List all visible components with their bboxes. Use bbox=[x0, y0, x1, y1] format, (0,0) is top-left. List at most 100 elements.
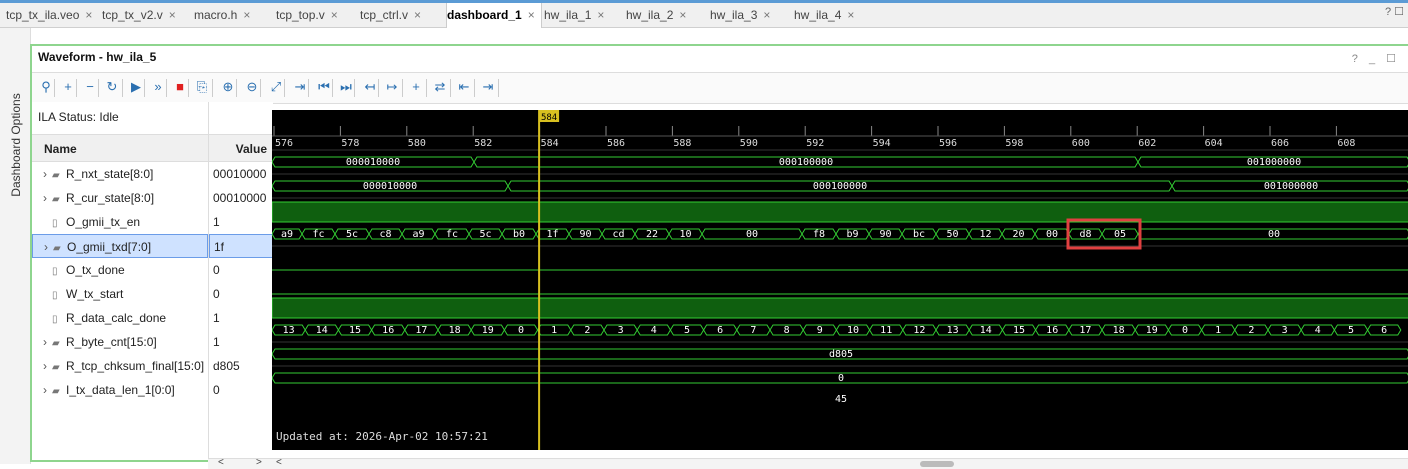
signal-row-name[interactable]: › ▰ R_cur_state[8:0] bbox=[32, 186, 208, 210]
tab-tcp-top-v[interactable]: tcp_top.v × bbox=[276, 3, 344, 28]
marker-left-icon[interactable]: ⇤ bbox=[454, 77, 474, 97]
signal-value-column: Value 00010000 00010000 1 1f 0 0 1 1 d805 0 bbox=[208, 102, 273, 458]
signal-name-column: ILA Status: Idle Name › ▰ R_nxt_state[8:0]… bbox=[32, 102, 208, 458]
signal-value: 0 bbox=[213, 263, 220, 277]
txd-bus-label: 50 bbox=[946, 229, 958, 240]
toolbar-separator bbox=[498, 79, 499, 97]
close-icon[interactable]: × bbox=[847, 8, 854, 22]
signal-row-name[interactable]: ▯ O_tx_done bbox=[32, 258, 208, 282]
bus-icon: ▰ bbox=[52, 170, 60, 181]
byte-cnt-bus-label: 15 bbox=[1013, 325, 1025, 336]
zoom-fit-icon[interactable]: ⤢ bbox=[266, 77, 286, 97]
signal-row-name[interactable]: › ▰ O_gmii_txd[7:0] bbox=[32, 234, 208, 258]
close-icon[interactable]: × bbox=[169, 8, 176, 22]
tab-macro-h[interactable]: macro.h × bbox=[194, 3, 256, 28]
byte-cnt-bus-label: 13 bbox=[947, 325, 959, 336]
time-tick-label: 580 bbox=[408, 138, 426, 149]
tab-tcp-tx-v2-v[interactable]: tcp_tx_v2.v × bbox=[102, 3, 182, 28]
byte-cnt-bus-label: 16 bbox=[1046, 325, 1058, 336]
signal-value: 00010000 bbox=[213, 167, 267, 181]
refresh-icon[interactable]: ↻ bbox=[102, 77, 122, 97]
scroll-right-arrow[interactable]: > bbox=[256, 457, 262, 468]
go-first-icon[interactable]: ⏮ bbox=[314, 77, 334, 97]
tab-hw-ila-3[interactable]: hw_ila_3 × bbox=[710, 3, 776, 28]
chevron-right-icon[interactable]: › bbox=[38, 186, 52, 210]
close-icon[interactable]: × bbox=[528, 8, 535, 22]
chevron-right-icon[interactable]: › bbox=[38, 162, 52, 186]
waveform-canvas[interactable]: 576 578 580 582 584 586 588 590 592 594 596 598 600 6… bbox=[272, 110, 1408, 450]
scroll-thumb[interactable] bbox=[920, 461, 954, 467]
chksum-bus-label: d805 bbox=[829, 349, 853, 360]
tab-label: hw_ila_1 bbox=[544, 8, 592, 22]
txd-bus-label: fc bbox=[446, 229, 458, 240]
panel-window-controls[interactable]: ? _ ☐ bbox=[1352, 52, 1400, 65]
run-all-icon[interactable]: » bbox=[148, 77, 168, 97]
signal-row-name[interactable]: ▯ R_data_calc_done bbox=[32, 306, 208, 330]
byte-cnt-bus-label: 3 bbox=[618, 325, 624, 336]
byte-cnt-bus-label: 4 bbox=[1315, 325, 1321, 336]
stop-icon[interactable]: ■ bbox=[170, 77, 190, 97]
txd-bus-label: fc bbox=[312, 229, 324, 240]
next-transition-icon[interactable]: ↦ bbox=[382, 77, 402, 97]
signal-row-name[interactable]: › ▰ R_nxt_state[8:0] bbox=[32, 162, 208, 186]
signal-name: O_gmii_txd[7:0] bbox=[67, 240, 152, 254]
signal-row-name[interactable]: ▯ O_gmii_tx_en bbox=[32, 210, 208, 234]
close-icon[interactable]: × bbox=[679, 8, 686, 22]
wire-icon: ▯ bbox=[52, 218, 58, 229]
txd-bus-label: 00 bbox=[1268, 229, 1280, 240]
tabbar-controls[interactable]: ? ☐ bbox=[1385, 5, 1404, 18]
prev-transition-icon[interactable]: ↤ bbox=[360, 77, 380, 97]
txd-bus-label: 00 bbox=[746, 229, 758, 240]
chevron-right-icon[interactable]: › bbox=[38, 354, 52, 378]
close-icon[interactable]: × bbox=[763, 8, 770, 22]
signal-row-name[interactable]: ▯ W_tx_start bbox=[32, 282, 208, 306]
add-marker-icon[interactable]: ⇥ bbox=[290, 77, 310, 97]
cursor-label: 584 bbox=[541, 113, 557, 123]
name-column-header[interactable]: Name bbox=[32, 134, 208, 162]
zoom-out-icon[interactable]: ⊖ bbox=[242, 77, 262, 97]
chevron-right-icon[interactable]: › bbox=[38, 330, 52, 354]
chevron-right-icon[interactable]: › bbox=[38, 378, 52, 402]
signal-value: 1 bbox=[213, 335, 220, 349]
add-cursor-icon[interactable]: + bbox=[406, 77, 426, 97]
tab-tcp-ctrl-v[interactable]: tcp_ctrl.v × bbox=[360, 3, 427, 28]
dashboard-options-side-tab[interactable]: Dashboard Options bbox=[0, 28, 31, 464]
export-icon[interactable]: ⎘ bbox=[192, 77, 212, 97]
swap-icon[interactable]: ⇄ bbox=[430, 77, 450, 97]
zoom-in-plus-icon[interactable]: + bbox=[58, 77, 78, 97]
time-tick-label: 602 bbox=[1138, 138, 1156, 149]
waveform-svg: 576 578 580 582 584 586 588 590 592 594 596 598 600 6… bbox=[272, 110, 1408, 450]
close-icon[interactable]: × bbox=[414, 8, 421, 22]
signal-name: W_tx_start bbox=[66, 287, 124, 301]
close-icon[interactable]: × bbox=[331, 8, 338, 22]
run-icon[interactable]: ▶ bbox=[126, 77, 146, 97]
cur-state-bus-label: 000010000 bbox=[363, 181, 417, 192]
tab-hw-ila-1[interactable]: hw_ila_1 × bbox=[544, 3, 610, 28]
signal-row-name[interactable]: › ▰ I_tx_data_len_1[0:0] bbox=[32, 378, 208, 402]
time-tick-label: 592 bbox=[806, 138, 824, 149]
close-icon[interactable]: × bbox=[85, 8, 92, 22]
tab-label: macro.h bbox=[194, 8, 238, 22]
zoom-in-icon[interactable]: ⊕ bbox=[218, 77, 238, 97]
scroll-left-arrow[interactable]: < bbox=[218, 457, 224, 468]
signal-row-name[interactable]: › ▰ R_byte_cnt[15:0] bbox=[32, 330, 208, 354]
waveform-toolbar: ⚲ + − ↻ ▶» ■ ⎘ ⊕ ⊖ ⤢ ⇥ ⏮ ⏭ ↤ ↦ + ⇄ ⇤ ⇥ bbox=[32, 72, 1408, 104]
txd-bus-label: 12 bbox=[979, 229, 991, 240]
chevron-right-icon[interactable]: › bbox=[39, 235, 53, 259]
tab-dashboard-1[interactable]: dashboard_1 × bbox=[446, 3, 542, 28]
tab-tcp-tx-ila-veo[interactable]: tcp_tx_ila.veo × bbox=[6, 3, 98, 28]
tab-hw-ila-4[interactable]: hw_ila_4 × bbox=[794, 3, 860, 28]
search-icon[interactable]: ⚲ bbox=[36, 77, 56, 97]
go-last-icon[interactable]: ⏭ bbox=[336, 77, 356, 97]
byte-cnt-bus-label: 1 bbox=[1215, 325, 1221, 336]
signal-row-name[interactable]: › ▰ R_tcp_chksum_final[15:0] bbox=[32, 354, 208, 378]
byte-cnt-bus-label: 19 bbox=[482, 325, 494, 336]
zoom-out-minus-icon[interactable]: − bbox=[80, 77, 100, 97]
wave-scroll-left-arrow[interactable]: < bbox=[276, 457, 282, 468]
close-icon[interactable]: × bbox=[243, 8, 250, 22]
tab-hw-ila-2[interactable]: hw_ila_2 × bbox=[626, 3, 692, 28]
marker-right-icon[interactable]: ⇥ bbox=[478, 77, 498, 97]
close-icon[interactable]: × bbox=[597, 8, 604, 22]
value-column-header[interactable]: Value bbox=[209, 134, 273, 162]
signal-value: d805 bbox=[213, 359, 240, 373]
